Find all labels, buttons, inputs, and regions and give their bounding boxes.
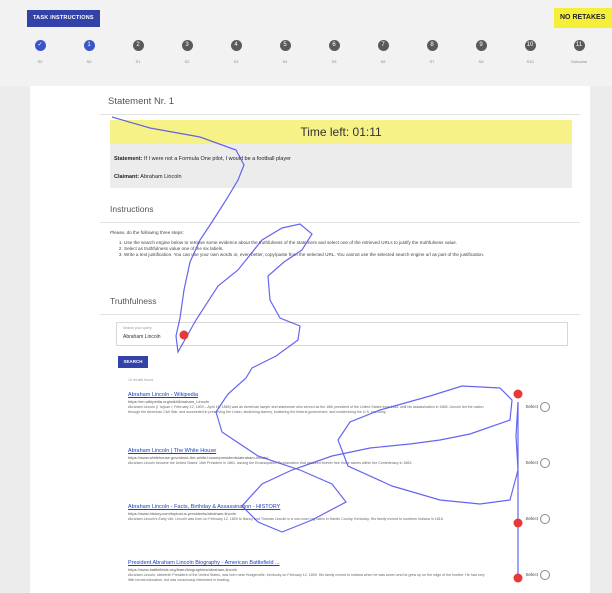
check-icon: ✓ [34, 40, 46, 51]
task-card: Statement Nr. 1 Time left: 01:11 S.3.1-0… [30, 86, 590, 593]
select-label: Select [525, 516, 538, 521]
statement-text: If I were not a Formula One pilot, I wou… [143, 156, 292, 162]
task-instructions-button[interactable]: TASK INSTRUCTIONS [27, 10, 100, 27]
search-button[interactable]: SEARCH [118, 356, 148, 368]
result-snippet: Abraham Lincoln, sixteenth President of … [128, 573, 485, 582]
select-radio[interactable] [540, 458, 550, 468]
step-number: 1 [83, 40, 95, 51]
step-number: 5 [279, 40, 291, 51]
step-label: S6 [380, 59, 386, 64]
result-title-link[interactable]: Abraham Lincoln | The White House [128, 448, 548, 454]
statement-box: Statement: If I were not a Formula One p… [110, 144, 572, 188]
step-number: 2 [132, 40, 144, 51]
step-number: 4 [230, 40, 242, 51]
time-left-banner: Time left: 01:11 [110, 120, 572, 144]
step-label: S5 [331, 59, 337, 64]
divider [100, 314, 580, 315]
select-label: Select [525, 460, 538, 465]
step-label: S3 [233, 59, 239, 64]
result-url: https://www.history.com/topics/us-presid… [128, 511, 236, 516]
instructions-list: Use the search engine below to retrieve … [110, 240, 572, 258]
result-snippet: Abraham Lincoln became the United States… [128, 461, 413, 465]
truthfulness-heading: Truthfulness [110, 296, 157, 306]
step-7[interactable]: 7 S6 [373, 40, 393, 64]
search-value: Abraham Lincoln [123, 334, 161, 340]
step-label: S1 [135, 59, 141, 64]
divider [100, 114, 580, 115]
result-title-link[interactable]: President Abraham Lincoln Biography - Am… [128, 560, 548, 566]
step-label: Outcome [570, 59, 588, 64]
select-label: Select [525, 404, 538, 409]
result-snippet: Abraham Lincoln (/ ˈlɪŋkən /; February 1… [128, 405, 484, 414]
step-label: S2 [184, 59, 190, 64]
search-placeholder: Search your query [123, 326, 152, 330]
claimant-row: Claimant: Abraham Lincoln [114, 174, 182, 180]
divider [100, 222, 580, 223]
result-url: https://www.whitehouse.gov/about-the-whi… [128, 455, 269, 460]
step-2[interactable]: 2 S1 [128, 40, 148, 64]
instructions-body: Please, do the following three steps: Us… [110, 230, 572, 258]
step-0[interactable]: ✓ S0 [30, 40, 50, 64]
search-result: President Abraham Lincoln Biography - Am… [128, 560, 550, 583]
step-9[interactable]: 9 S8 [471, 40, 491, 64]
step-number: 10 [524, 40, 536, 51]
step-number: 6 [328, 40, 340, 51]
step-1[interactable]: 1 S0 [79, 40, 99, 64]
result-url: https://en.wikipedia.org/wiki/Abraham_Li… [128, 399, 209, 404]
step-number: 3 [181, 40, 193, 51]
progress-stepper: ✓ S0 1 S0 2 S1 3 S2 4 S3 5 S4 6 S5 7 S6 8 S7 9 S8 … [30, 40, 612, 70]
claimant-text: Abraham Lincoln [140, 174, 182, 180]
select-radio[interactable] [540, 514, 550, 524]
search-result: Abraham Lincoln - Facts, Birthday & Assa… [128, 504, 550, 524]
step-number: 7 [377, 40, 389, 51]
step-10[interactable]: 10 S10 [520, 40, 540, 64]
step-outcome[interactable]: 11 Outcome [569, 40, 589, 64]
step-number: 8 [426, 40, 438, 51]
select-radio[interactable] [540, 402, 550, 412]
result-title-link[interactable]: Abraham Lincoln - Facts, Birthday & Assa… [128, 504, 548, 510]
instruction-step: Write a text justification. You can use … [124, 252, 572, 258]
step-label: S0 [86, 59, 92, 64]
step-label: S4 [282, 59, 288, 64]
instructions-intro: Please, do the following three steps: [110, 230, 184, 235]
claimant-label: Claimant: [114, 174, 140, 180]
step-5[interactable]: 5 S4 [275, 40, 295, 64]
result-url: https://www.battlefields.org/learn/biogr… [128, 567, 237, 572]
step-label: S0 [37, 59, 43, 64]
step-label: S8 [478, 59, 484, 64]
step-3[interactable]: 3 S2 [177, 40, 197, 64]
step-label: S10 [526, 59, 534, 64]
result-title-link[interactable]: Abraham Lincoln - Wikipedia [128, 392, 548, 398]
step-6[interactable]: 6 S5 [324, 40, 344, 64]
search-result: Abraham Lincoln - Wikipedia https://en.w… [128, 392, 550, 415]
step-8[interactable]: 8 S7 [422, 40, 442, 64]
search-input[interactable]: Search your query Abraham Lincoln [116, 322, 568, 346]
instructions-heading: Instructions [110, 204, 154, 214]
statement-label: Statement: [114, 156, 143, 162]
select-label: Select [525, 572, 538, 577]
statement-heading: Statement Nr. 1 [108, 96, 175, 107]
step-number: 11 [573, 40, 585, 51]
statement-row: Statement: If I were not a Formula One p… [114, 156, 291, 162]
no-retakes-badge: NO RETAKES [554, 8, 612, 28]
search-result: Abraham Lincoln | The White House https:… [128, 448, 550, 468]
top-bar: TASK INSTRUCTIONS NO RETAKES ✓ S0 1 S0 2 S1… [0, 0, 612, 86]
results-count: 10 results found [128, 378, 153, 382]
step-number: 9 [475, 40, 487, 51]
result-snippet: Abraham Lincoln's Early Life. Lincoln wa… [128, 517, 444, 521]
step-label: S7 [429, 59, 435, 64]
select-radio[interactable] [540, 570, 550, 580]
step-4[interactable]: 4 S3 [226, 40, 246, 64]
